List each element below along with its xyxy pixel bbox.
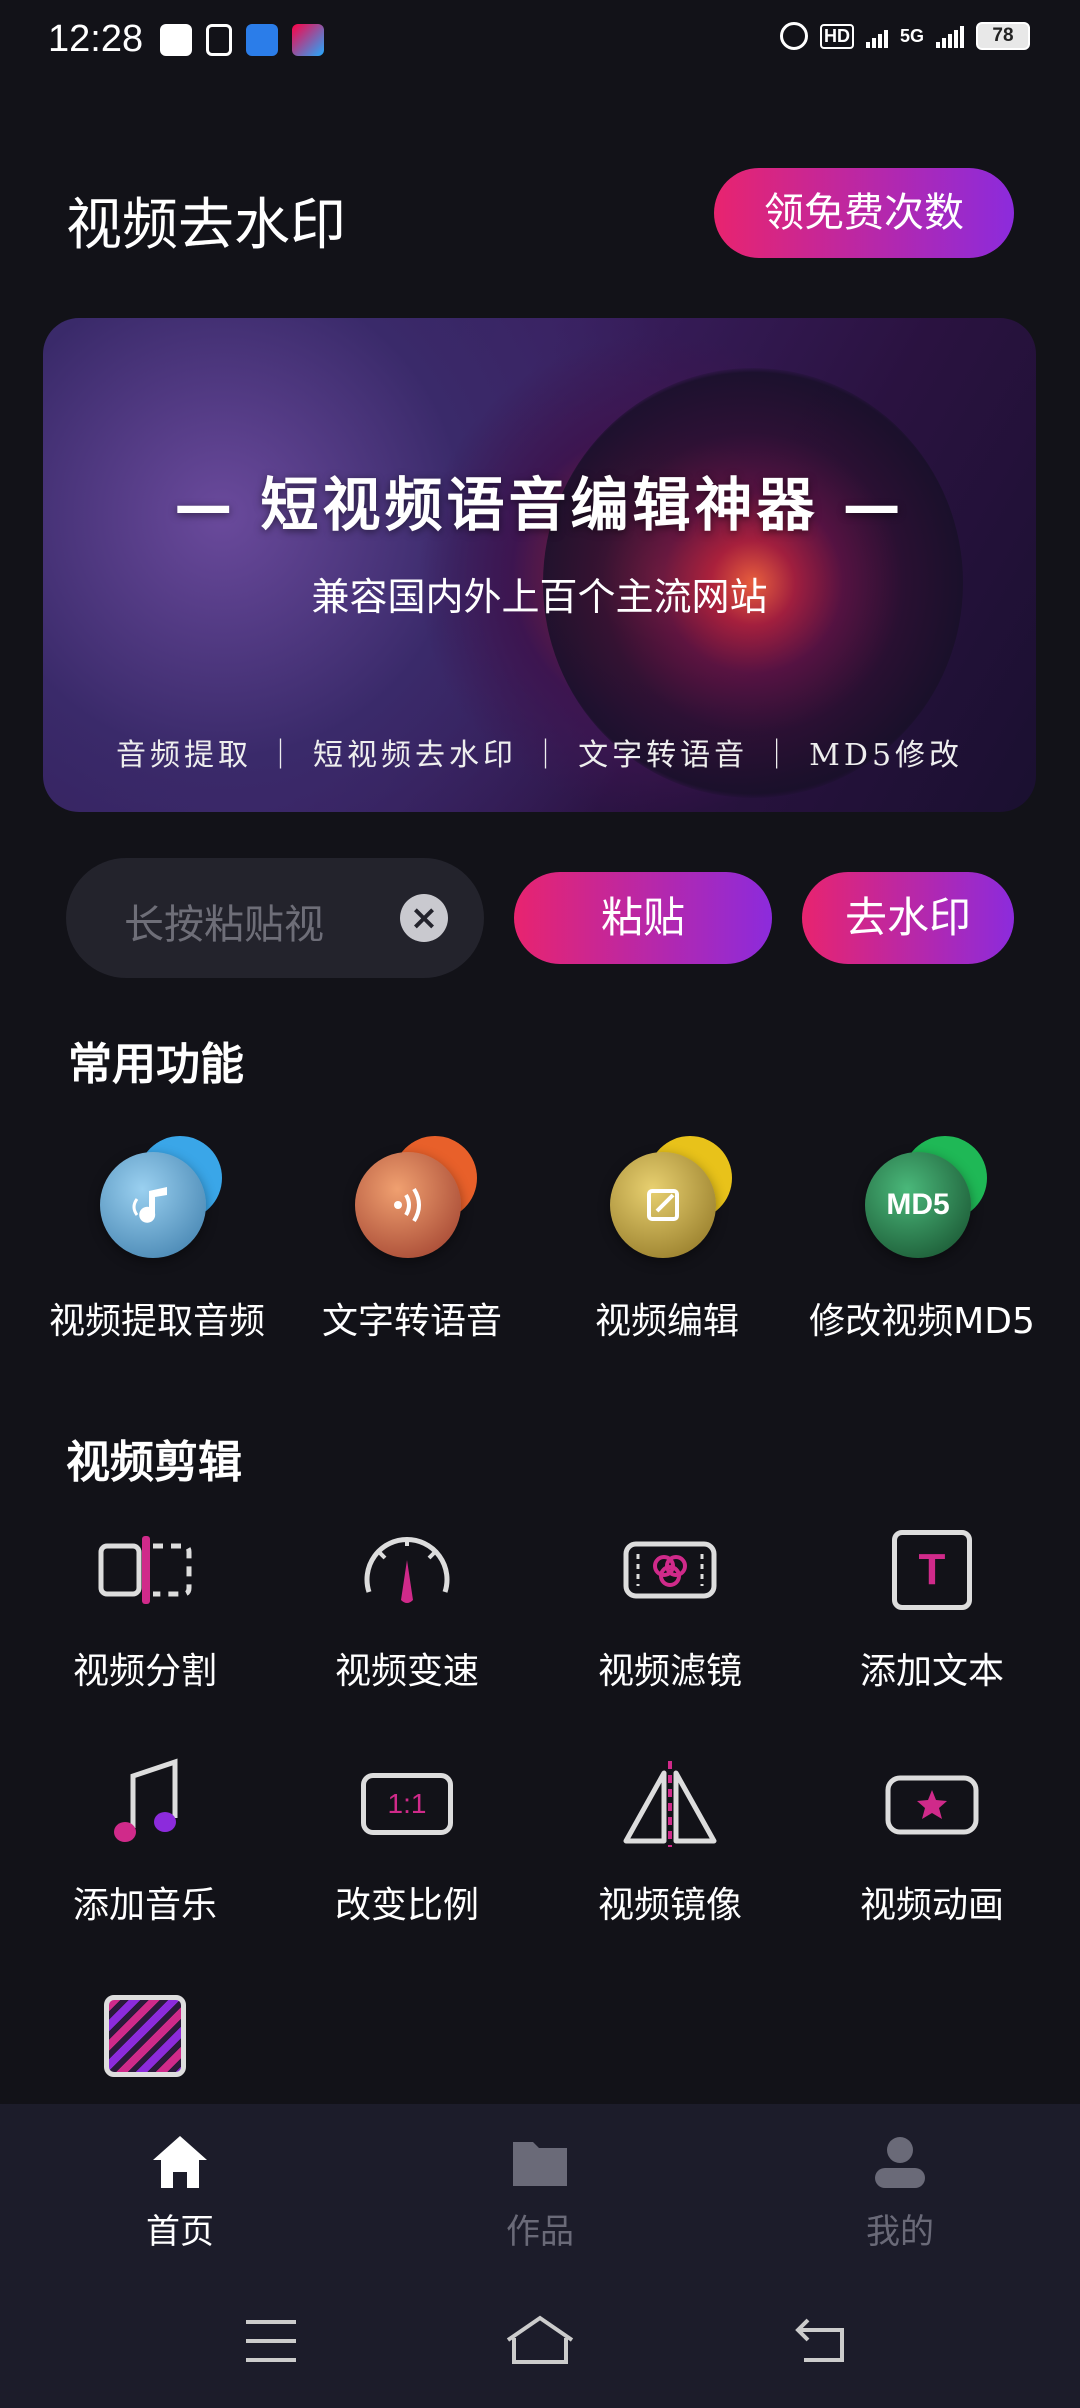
menu-icon[interactable] — [244, 2318, 298, 2364]
extract-audio-label: 视频提取音频 — [48, 1301, 265, 1342]
video-animation-label: 视频动画 — [859, 1885, 1004, 1926]
home-icon — [153, 2136, 207, 2188]
url-input-placeholder: 长按粘贴视 — [124, 902, 324, 948]
video-split-label: 视频分割 — [72, 1651, 217, 1692]
free-credits-button[interactable]: 领免费次数 — [714, 168, 1014, 258]
md5-icon: MD5 — [857, 1136, 987, 1266]
video-mirror-item[interactable]: 视频镜像 — [570, 1754, 770, 1928]
video-animation-item[interactable]: 视频动画 — [832, 1754, 1032, 1928]
ratio-icon: 1:1 — [352, 1754, 462, 1854]
status-right: HD 5G 78 — [779, 22, 1030, 50]
modify-md5-item[interactable]: MD5 修改视频MD5 — [794, 1136, 1050, 1344]
banner-title: — 短视频语音编辑神器 — — [174, 471, 905, 539]
add-text-item[interactable]: T 添加文本 — [832, 1520, 1032, 1694]
bird-app-icon — [246, 24, 278, 56]
status-bar: 12:28 HD 5G 78 — [0, 0, 1080, 84]
url-input[interactable]: 长按粘贴视 × — [66, 858, 484, 978]
video-background-item[interactable] — [45, 1986, 245, 2086]
animation-icon — [877, 1754, 987, 1854]
banner-tags: 音频提取 ｜ 短视频去水印 ｜ 文字转语音 ｜ MD5修改 — [115, 738, 964, 773]
banner-subtitle: 兼容国内外上百个主流网站 — [311, 575, 768, 619]
video-edit-title: 视频剪辑 — [66, 1437, 242, 1488]
edit-icon — [602, 1136, 732, 1266]
video-mirror-label: 视频镜像 — [597, 1885, 742, 1926]
bottom-nav: 首页 作品 我的 — [0, 2104, 1080, 2280]
text-to-speech-item[interactable]: 文字转语音 — [284, 1136, 540, 1344]
music-icon — [90, 1754, 200, 1854]
notification-icons — [160, 24, 324, 56]
tab-mine-label: 我的 — [866, 2212, 934, 2252]
folder-icon — [513, 2142, 567, 2186]
remove-watermark-button[interactable]: 去水印 — [802, 872, 1014, 964]
change-ratio-label: 改变比例 — [334, 1885, 479, 1926]
extract-audio-item[interactable]: 视频提取音频 — [29, 1136, 285, 1344]
speed-icon — [352, 1520, 462, 1620]
user-icon — [875, 2137, 925, 2188]
network-label: 5G — [899, 25, 924, 46]
battery-icon: 78 — [976, 22, 1030, 50]
status-time: 12:28 — [48, 18, 144, 60]
filter-icon — [615, 1520, 725, 1620]
md5-icon-text: MD5 — [886, 1188, 950, 1221]
tab-home[interactable]: 首页 — [80, 2132, 280, 2253]
background-icon — [90, 1986, 200, 2086]
text-icon: T — [877, 1520, 987, 1620]
page-title: 视频去水印 — [66, 193, 346, 258]
add-music-label: 添加音乐 — [72, 1885, 217, 1926]
doc-notification-icon — [206, 24, 232, 56]
common-functions-title: 常用功能 — [68, 1039, 244, 1090]
video-edit-label: 视频编辑 — [594, 1301, 739, 1342]
modify-md5-label: 修改视频MD5 — [809, 1301, 1035, 1342]
system-nav-bar — [0, 2280, 1080, 2408]
hd-label: HD — [819, 23, 854, 49]
compass-app-icon — [292, 24, 324, 56]
app-notification-icon — [160, 24, 192, 56]
paste-button[interactable]: 粘贴 — [514, 872, 772, 964]
tab-works-label: 作品 — [506, 2212, 574, 2252]
change-ratio-item[interactable]: 1:1 改变比例 — [307, 1754, 507, 1928]
ratio-icon-text: 1:1 — [387, 1788, 427, 1819]
clear-icon[interactable]: × — [400, 894, 448, 942]
signal-icon-2 — [936, 24, 964, 48]
tab-mine[interactable]: 我的 — [800, 2132, 1000, 2253]
mirror-icon — [615, 1754, 725, 1854]
signal-icon — [865, 24, 888, 48]
video-speed-item[interactable]: 视频变速 — [307, 1520, 507, 1694]
tab-home-label: 首页 — [146, 2212, 214, 2252]
add-text-label: 添加文本 — [859, 1651, 1004, 1692]
music-note-icon — [92, 1136, 222, 1266]
split-icon — [90, 1520, 200, 1620]
text-to-speech-label: 文字转语音 — [321, 1301, 502, 1342]
alarm-icon — [779, 22, 808, 50]
system-home-icon[interactable] — [504, 2314, 576, 2366]
promo-banner[interactable]: — 短视频语音编辑神器 — 兼容国内外上百个主流网站 音频提取 ｜ 短视频去水印… — [43, 318, 1036, 812]
add-music-item[interactable]: 添加音乐 — [45, 1754, 245, 1928]
back-icon[interactable] — [794, 2316, 848, 2364]
text-icon-glyph: T — [918, 1545, 946, 1594]
video-filter-item[interactable]: 视频滤镜 — [570, 1520, 770, 1694]
sound-wave-icon — [347, 1136, 477, 1266]
tab-works[interactable]: 作品 — [440, 2132, 640, 2253]
video-edit-item[interactable]: 视频编辑 — [539, 1136, 795, 1344]
video-filter-label: 视频滤镜 — [597, 1651, 742, 1692]
video-split-item[interactable]: 视频分割 — [45, 1520, 245, 1694]
video-speed-label: 视频变速 — [334, 1651, 479, 1692]
